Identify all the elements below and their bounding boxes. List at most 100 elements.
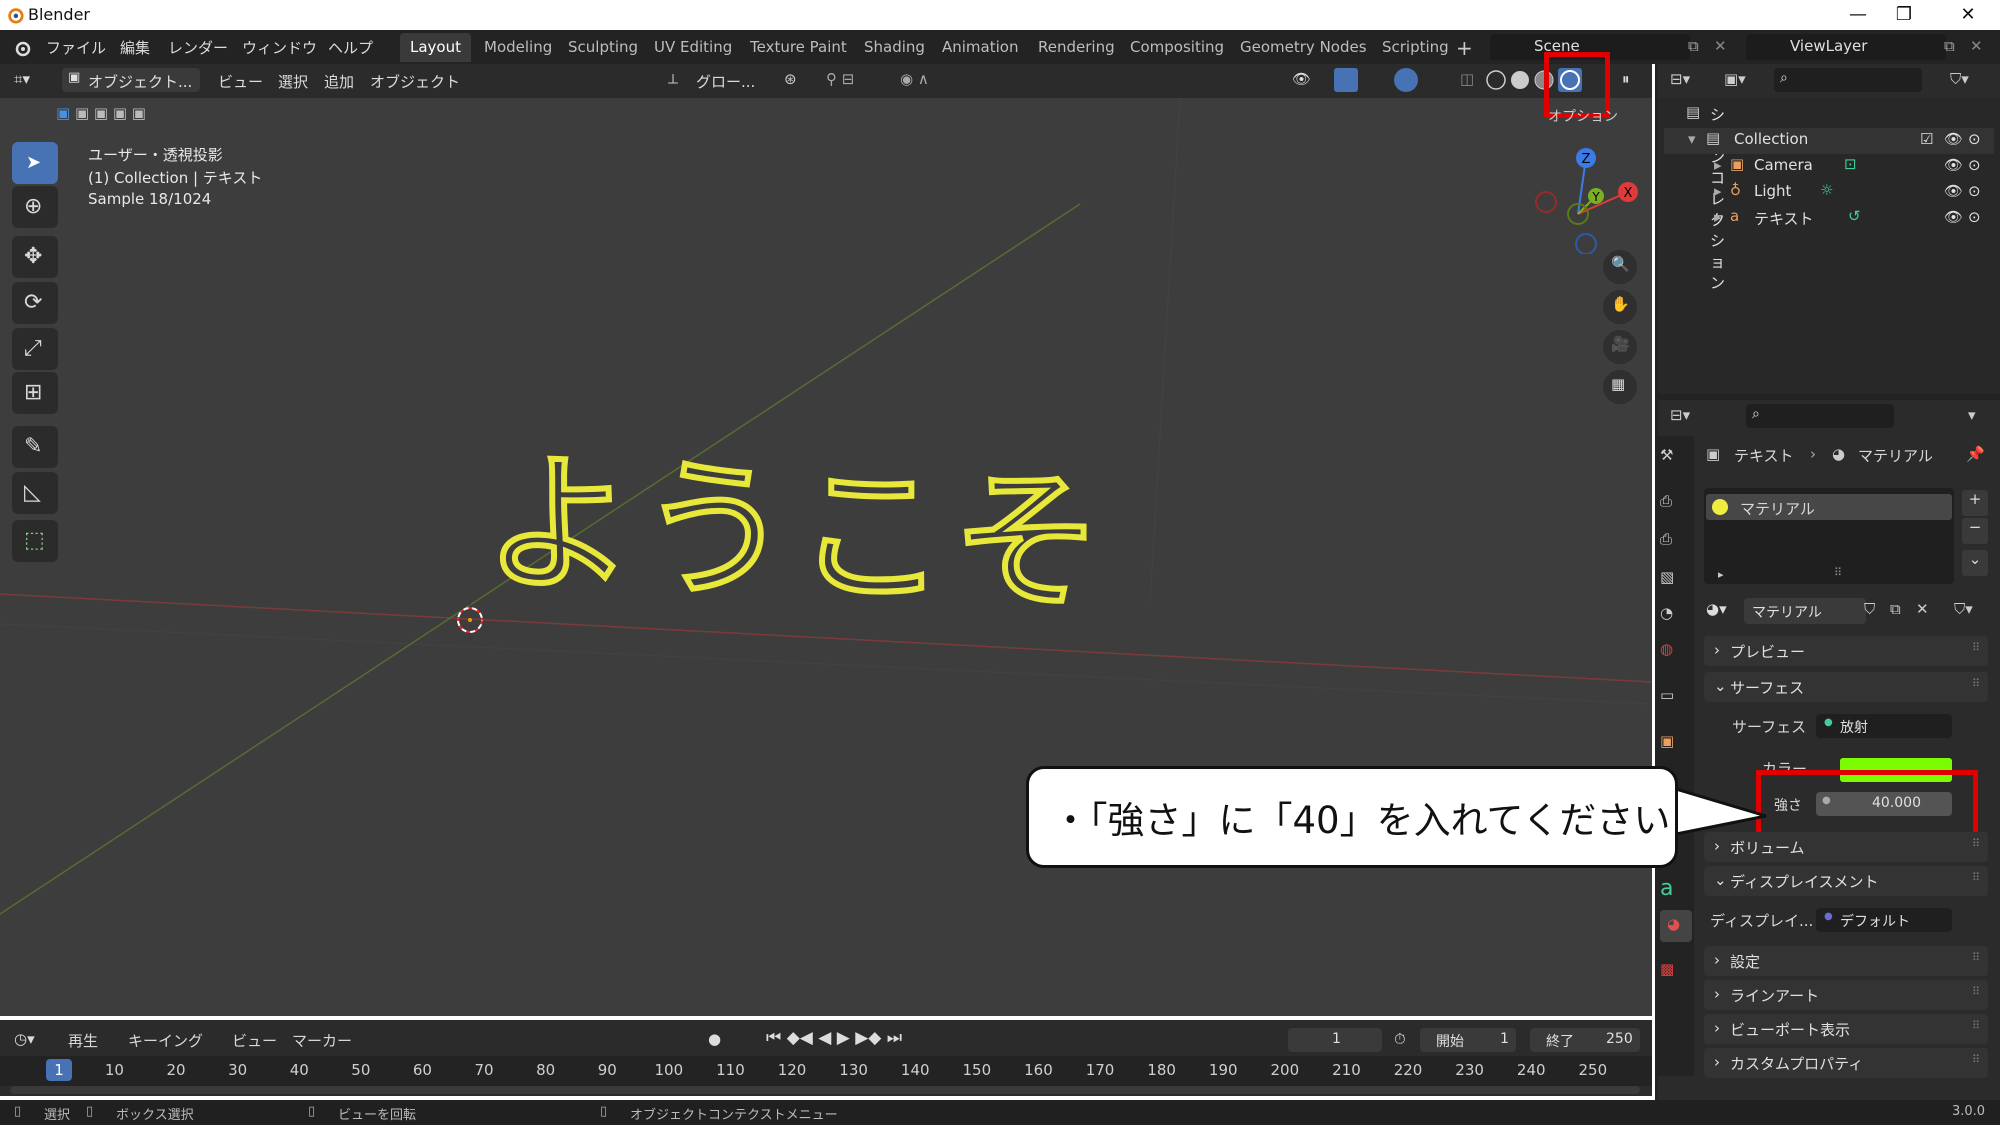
tab-layout[interactable]: Layout bbox=[400, 33, 471, 62]
start-frame-field[interactable]: 開始 1 bbox=[1420, 1028, 1516, 1052]
output-tab-icon[interactable]: ⎙ bbox=[1660, 530, 1690, 560]
timeline-editor-icon[interactable]: ◷▾ bbox=[14, 1030, 35, 1048]
xray-icon[interactable]: ◫ bbox=[1460, 70, 1474, 88]
menu-window[interactable]: ウィンドウ bbox=[242, 37, 317, 58]
tab-uv-editing[interactable]: UV Editing bbox=[644, 33, 742, 62]
scale-tool[interactable]: ⤢ bbox=[12, 328, 58, 370]
properties-options-icon[interactable]: ▾ bbox=[1968, 406, 1976, 424]
panel-settings[interactable]: › 設定 ⠿ bbox=[1704, 946, 1988, 976]
material-browse-icon[interactable]: ◕▾ bbox=[1706, 600, 1727, 618]
options-dropdown[interactable]: オプション bbox=[1548, 106, 1618, 126]
panel-preview[interactable]: › プレビュー ⠿ bbox=[1704, 636, 1988, 666]
blender-menu-icon[interactable] bbox=[12, 38, 32, 58]
timeline-menu-view[interactable]: ビュー bbox=[232, 1030, 277, 1051]
gizmo-toggle-icon[interactable] bbox=[1334, 68, 1358, 92]
tab-modeling[interactable]: Modeling bbox=[474, 33, 562, 62]
navigation-gizmo[interactable]: Z X Y bbox=[1530, 144, 1650, 254]
perspective-toggle-button[interactable]: ▦ bbox=[1603, 370, 1637, 404]
slot-menu-button[interactable]: ⌄ bbox=[1962, 550, 1988, 576]
visibility-icon[interactable]: 👁 bbox=[1292, 70, 1311, 88]
select-box-tool[interactable]: ➤ bbox=[12, 142, 58, 184]
viewport-menu-object[interactable]: オブジェクト bbox=[370, 71, 460, 92]
resize-handle-icon[interactable]: ⠿ bbox=[1834, 566, 1842, 579]
world-tab-icon[interactable]: ◍ bbox=[1660, 640, 1690, 670]
view-layer-tab-icon[interactable]: ▧ bbox=[1660, 568, 1690, 598]
editor-type-icon[interactable]: ⌗▾ bbox=[14, 70, 30, 88]
pivot-icon[interactable]: ⊛ bbox=[784, 70, 797, 88]
viewport-menu-select[interactable]: 選択 bbox=[278, 71, 308, 92]
panel-displacement[interactable]: ⌄ ディスプレイスメント ⠿ bbox=[1704, 866, 1988, 896]
outliner-row-collection[interactable]: ▾ ▤ Collection ☑ 👁 ⊙ bbox=[1664, 128, 1994, 154]
viewport-menu-add[interactable]: 追加 bbox=[324, 71, 354, 92]
selection-mode-buttons[interactable]: ▣ ▣ ▣ ▣ ▣ bbox=[56, 104, 182, 126]
outliner-editor-icon[interactable]: ⊟▾ bbox=[1670, 70, 1690, 88]
add-slot-button[interactable]: + bbox=[1962, 490, 1988, 516]
fake-user-icon[interactable]: ⛉ bbox=[1864, 600, 1875, 618]
panel-surface[interactable]: ⌄ サーフェス ⠿ bbox=[1704, 672, 1988, 702]
outliner-row-light[interactable]: ▸ ♁ Light ☼ 👁 ⊙ bbox=[1664, 180, 1994, 206]
tool-tab-icon[interactable]: ⚒ bbox=[1660, 446, 1690, 476]
maximize-button[interactable]: ❐ bbox=[1876, 0, 1932, 30]
pause-render-icon[interactable]: ⏸ bbox=[1622, 70, 1630, 88]
panel-viewport-display[interactable]: › ビューポート表示 ⠿ bbox=[1704, 1014, 1988, 1044]
render-tab-icon[interactable]: ⎙ bbox=[1660, 492, 1690, 522]
data-tab-icon[interactable]: a bbox=[1660, 876, 1690, 906]
tab-geometry-nodes[interactable]: Geometry Nodes bbox=[1230, 33, 1377, 62]
3d-viewport[interactable]: ようこそ ユーザー・透視投影 (1) Collection | テキスト Sam… bbox=[0, 64, 1652, 1016]
surface-shader-field[interactable]: ● 放射 bbox=[1816, 714, 1952, 738]
outliner-row-camera[interactable]: ▸ ▣ Camera ⊡ 👁 ⊙ bbox=[1664, 154, 1994, 180]
tab-rendering[interactable]: Rendering bbox=[1028, 33, 1125, 62]
properties-search[interactable]: ⌕ bbox=[1746, 404, 1894, 428]
tab-animation[interactable]: Animation bbox=[932, 33, 1028, 62]
duplicate-material-icon[interactable]: ⧉ bbox=[1890, 600, 1901, 618]
transform-orientation-icon[interactable]: ⟂ bbox=[668, 70, 678, 88]
tab-shading[interactable]: Shading bbox=[854, 33, 935, 62]
timeline-scrollbar[interactable] bbox=[10, 1086, 1640, 1094]
texture-tab-icon[interactable]: ▩ bbox=[1660, 960, 1690, 990]
material-tab[interactable]: ◕ bbox=[1660, 910, 1692, 942]
remove-slot-button[interactable]: − bbox=[1962, 518, 1988, 544]
viewport-menu-view[interactable]: ビュー bbox=[218, 71, 263, 92]
expand-slot-icon[interactable]: ▸ bbox=[1718, 568, 1724, 581]
measure-tool[interactable]: ◺ bbox=[12, 472, 58, 514]
object-tab-icon[interactable]: ▣ bbox=[1660, 732, 1690, 762]
view-layer-selector[interactable]: ViewLayer bbox=[1746, 34, 1946, 60]
displacement-field[interactable]: ● デフォルト bbox=[1816, 908, 1952, 932]
menu-edit[interactable]: 編集 bbox=[120, 37, 150, 58]
unlink-material-icon[interactable]: ✕ bbox=[1916, 600, 1929, 618]
tab-compositing[interactable]: Compositing bbox=[1120, 33, 1234, 62]
menu-render[interactable]: レンダー bbox=[168, 37, 228, 58]
transform-tool[interactable]: ⊞ bbox=[12, 372, 58, 414]
menu-help[interactable]: ヘルプ bbox=[328, 37, 373, 58]
add-cube-tool[interactable]: ⬚ bbox=[12, 520, 58, 562]
scene-tab-icon[interactable]: ◔ bbox=[1660, 604, 1690, 634]
outliner-row-text[interactable]: ▸ a テキスト ↺ 👁 ⊙ bbox=[1664, 206, 1994, 232]
rotate-tool[interactable]: ⟳ bbox=[12, 282, 58, 324]
text-object-yokoso[interactable]: ようこそ bbox=[481, 433, 1164, 672]
timeline-menu-keying[interactable]: キーイング bbox=[128, 1030, 203, 1051]
tab-sculpting[interactable]: Sculpting bbox=[558, 33, 648, 62]
transform-orientation-label[interactable]: グロー... bbox=[696, 71, 755, 92]
node-tree-icon[interactable]: ⛉▾ bbox=[1954, 600, 1973, 618]
outliner-search[interactable]: ⌕ bbox=[1774, 68, 1922, 92]
delete-view-layer-icon[interactable]: ✕ bbox=[1970, 37, 1983, 55]
material-name-field[interactable]: マテリアル bbox=[1744, 598, 1866, 624]
material-slot-row[interactable]: マテリアル bbox=[1706, 494, 1952, 520]
add-workspace-button[interactable]: + bbox=[1456, 36, 1473, 60]
overlay-toggle-icon[interactable] bbox=[1394, 68, 1418, 92]
proportional-edit-icon[interactable]: ◉ ∧ bbox=[900, 70, 929, 88]
pan-button[interactable]: ✋ bbox=[1603, 290, 1637, 324]
panel-lineart[interactable]: › ラインアート ⠿ bbox=[1704, 980, 1988, 1010]
cursor-tool[interactable]: ⊕ bbox=[12, 186, 58, 228]
pin-icon[interactable]: 📌 bbox=[1966, 445, 1985, 463]
collection-tab-icon[interactable]: ▭ bbox=[1660, 686, 1690, 716]
playback-controls[interactable]: ⏮ ◆◀ ◀ ▶ ▶◆ ⏭ bbox=[766, 1028, 902, 1048]
timeline-menu-playback[interactable]: 再生 bbox=[68, 1030, 98, 1051]
timeline-menu-marker[interactable]: マーカー bbox=[292, 1030, 352, 1051]
mode-selector[interactable]: ▣ オブジェクト... bbox=[62, 68, 200, 92]
camera-view-button[interactable]: 🎥 bbox=[1603, 330, 1637, 364]
end-frame-field[interactable]: 終了 250 bbox=[1530, 1028, 1640, 1052]
annotate-tool[interactable]: ✎ bbox=[12, 426, 58, 468]
tab-scripting[interactable]: Scripting bbox=[1372, 33, 1459, 62]
current-frame-field[interactable]: 1 bbox=[1288, 1028, 1382, 1052]
